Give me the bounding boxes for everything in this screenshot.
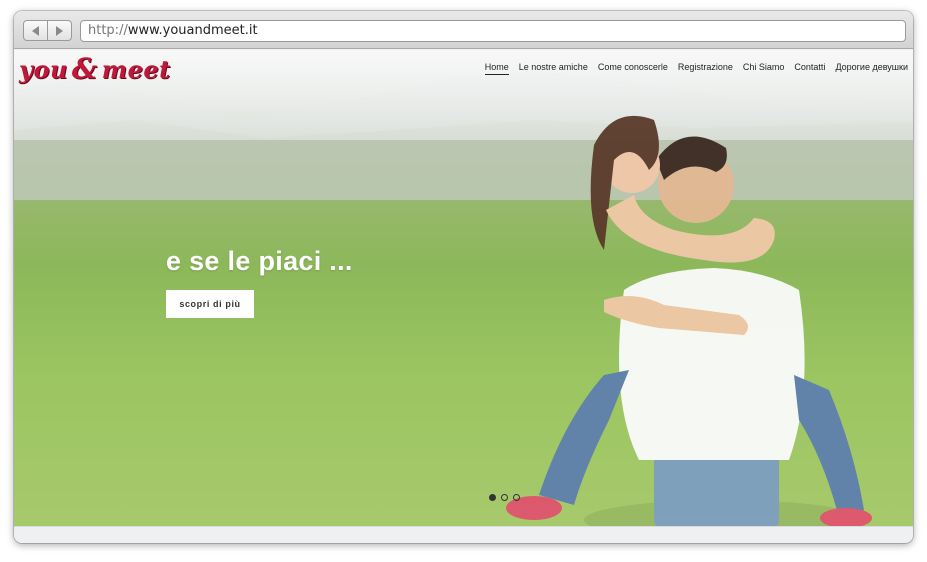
address-bar[interactable]: http://www.youandmeet.it — [80, 20, 906, 42]
arrow-left-icon — [32, 25, 39, 36]
arrow-right-icon — [56, 25, 63, 36]
logo-part-you: you — [19, 55, 68, 84]
browser-window: http://www.youandmeet.it you & meet Home… — [14, 11, 913, 543]
slider-dots — [489, 494, 520, 501]
menu-item-le-nostre-amiche[interactable]: Le nostre amiche — [519, 62, 588, 75]
menu-item-russian[interactable]: Дорогие девушки — [835, 62, 908, 75]
slider-dot-2[interactable] — [501, 494, 508, 501]
menu-item-home[interactable]: Home — [484, 62, 509, 75]
menu-item-contatti[interactable]: Contatti — [794, 62, 825, 75]
menu-item-chi-siamo[interactable]: Chi Siamo — [743, 62, 785, 75]
slider-dot-1[interactable] — [489, 494, 496, 501]
logo-part-meet: meet — [101, 55, 171, 84]
main-menu: Home Le nostre amiche Come conoscerle Re… — [484, 62, 908, 75]
forward-button[interactable] — [47, 21, 71, 40]
discover-more-button[interactable]: scopri di più — [166, 290, 254, 318]
page-viewport: you & meet Home Le nostre amiche Come cono… — [14, 50, 913, 526]
back-button[interactable] — [24, 21, 47, 40]
hero-photo-couple — [506, 115, 872, 526]
url-host: www.youandmeet.it — [127, 23, 258, 38]
slider-dot-3[interactable] — [513, 494, 520, 501]
nav-buttons — [23, 20, 72, 41]
logo-ampersand: & — [71, 52, 98, 85]
hero-title: e se le piaci ... — [166, 246, 353, 276]
menu-item-registrazione[interactable]: Registrazione — [678, 62, 733, 75]
browser-toolbar: http://www.youandmeet.it — [14, 11, 913, 49]
page-footer-strip — [14, 526, 913, 543]
url-protocol: http:// — [88, 23, 128, 38]
site-logo[interactable]: you & meet — [19, 52, 171, 85]
menu-item-come-conoscerle[interactable]: Come conoscerle — [598, 62, 668, 75]
